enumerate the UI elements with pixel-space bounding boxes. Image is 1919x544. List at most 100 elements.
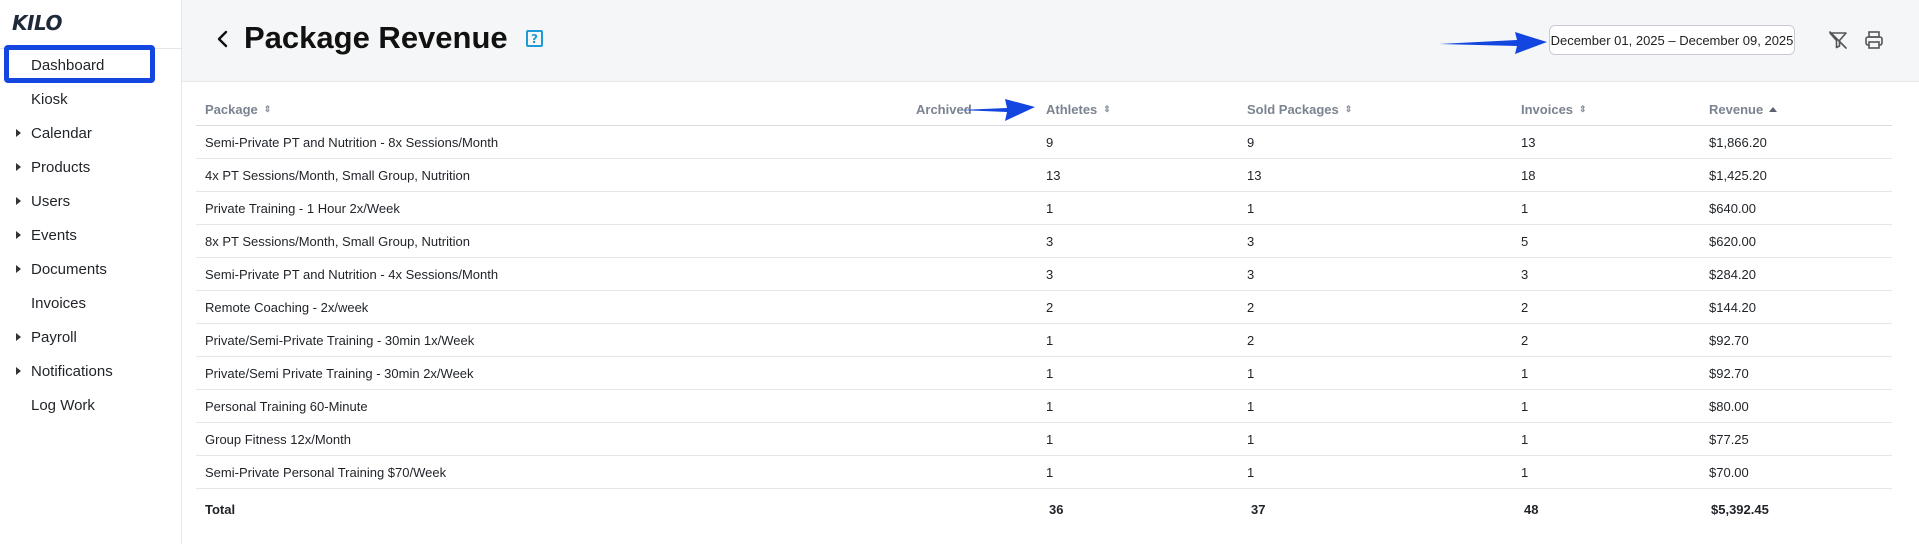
cell-package: Private Training - 1 Hour 2x/Week — [205, 200, 400, 216]
table-row[interactable]: 8x PT Sessions/Month, Small Group, Nutri… — [196, 225, 1892, 258]
cell-revenue: $92.70 — [1709, 365, 1749, 381]
cell-sold: 1 — [1247, 398, 1255, 414]
cell-revenue: $80.00 — [1709, 398, 1749, 414]
sidebar-item-label: Notifications — [31, 362, 113, 380]
cell-invoices: 2 — [1521, 299, 1529, 315]
cell-invoices: 1 — [1521, 431, 1529, 447]
cell-package: Semi-Private PT and Nutrition - 4x Sessi… — [205, 266, 499, 282]
cell-package: 4x PT Sessions/Month, Small Group, Nutri… — [205, 167, 470, 183]
table-row[interactable]: Personal Training 60-Minute 1 1 1 $80.00 — [196, 390, 1892, 423]
table-row[interactable]: Semi-Private PT and Nutrition - 4x Sessi… — [196, 258, 1892, 291]
caret-right-icon — [16, 129, 21, 137]
cell-package: Semi-Private Personal Training $70/Week — [205, 464, 447, 480]
main-content: Package Revenue ? December 01, 2025 – De… — [182, 0, 1919, 544]
table-row[interactable]: Private/Semi Private Training - 30min 2x… — [196, 357, 1892, 390]
cell-package: Remote Coaching - 2x/week — [205, 299, 369, 315]
annotation-arrow-date — [1439, 32, 1547, 54]
sidebar-item-label: Products — [31, 158, 91, 176]
column-header-sold-packages[interactable]: Sold Packages ⇕ — [1247, 93, 1352, 125]
cell-revenue: $70.00 — [1709, 464, 1749, 480]
cell-athletes: 1 — [1046, 431, 1054, 447]
sidebar-item-invoices[interactable]: Invoices — [0, 286, 181, 320]
column-header-label: Sold Packages — [1247, 101, 1339, 117]
cell-invoices: 2 — [1521, 332, 1529, 348]
cell-sold: 1 — [1247, 431, 1255, 447]
sidebar-item-label: Dashboard — [31, 56, 105, 74]
sidebar-item-kiosk[interactable]: Kiosk — [0, 82, 181, 116]
cell-invoices: 13 — [1521, 134, 1536, 150]
annotation-arrow-athletes — [959, 99, 1035, 121]
sort-icon: ⇕ — [263, 103, 272, 114]
package-revenue-table: Package ⇕ Archived Athletes ⇕ Sold Packa… — [196, 93, 1892, 529]
help-icon[interactable]: ? — [526, 30, 543, 47]
total-revenue: $5,392.45 — [1711, 501, 1769, 517]
print-icon[interactable] — [1862, 28, 1886, 52]
cell-package: Group Fitness 12x/Month — [205, 431, 351, 447]
column-header-athletes[interactable]: Athletes ⇕ — [1046, 93, 1111, 125]
table-row[interactable]: Remote Coaching - 2x/week 2 2 2 $144.20 — [196, 291, 1892, 324]
total-label: Total — [205, 501, 236, 517]
sidebar-item-events[interactable]: Events — [0, 218, 181, 252]
cell-revenue: $1,425.20 — [1709, 167, 1767, 183]
sidebar-item-users[interactable]: Users — [0, 184, 181, 218]
cell-athletes: 1 — [1046, 398, 1054, 414]
date-range-picker[interactable]: December 01, 2025 – December 09, 2025 — [1549, 25, 1795, 55]
cell-athletes: 9 — [1046, 134, 1054, 150]
cell-invoices: 1 — [1521, 464, 1529, 480]
sidebar-item-notifications[interactable]: Notifications — [0, 354, 181, 388]
table-row[interactable]: Semi-Private Personal Training $70/Week 1… — [196, 456, 1892, 489]
sidebar-item-payroll[interactable]: Payroll — [0, 320, 181, 354]
chevron-left-icon — [217, 30, 228, 48]
page-title: Package Revenue — [244, 20, 508, 55]
cell-sold: 1 — [1247, 464, 1255, 480]
table-body: Semi-Private PT and Nutrition - 8x Sessi… — [196, 126, 1892, 489]
cell-athletes: 1 — [1046, 365, 1054, 381]
cell-invoices: 18 — [1521, 167, 1536, 183]
column-header-package[interactable]: Package ⇕ — [205, 93, 271, 125]
sidebar-item-label: Invoices — [31, 294, 87, 312]
sidebar-item-dashboard[interactable]: Dashboard — [0, 45, 181, 83]
table-row[interactable]: Private Training - 1 Hour 2x/Week 1 1 1 $640… — [196, 192, 1892, 225]
cell-revenue: $1,866.20 — [1709, 134, 1767, 150]
cell-sold: 2 — [1247, 299, 1255, 315]
cell-sold: 3 — [1247, 266, 1255, 282]
table-row[interactable]: Private/Semi-Private Training - 30min 1x… — [196, 324, 1892, 357]
page-header: Package Revenue ? December 01, 2025 – De… — [182, 0, 1919, 82]
back-button[interactable] — [210, 26, 236, 52]
sort-icon: ⇕ — [1579, 103, 1587, 114]
sidebar-item-label: Documents — [31, 260, 107, 278]
sidebar-item-label: Kiosk — [31, 90, 68, 108]
caret-right-icon — [16, 231, 21, 239]
cell-revenue: $640.00 — [1709, 200, 1756, 216]
sidebar-item-products[interactable]: Products — [0, 150, 181, 184]
cell-invoices: 1 — [1521, 200, 1529, 216]
caret-right-icon — [16, 163, 21, 171]
sidebar-item-label: Log Work — [31, 396, 95, 414]
column-header-invoices[interactable]: Invoices ⇕ — [1521, 93, 1587, 125]
sort-ascending-icon — [1769, 106, 1778, 112]
kilo-logo[interactable]: KILO — [12, 11, 62, 35]
filter-clear-icon[interactable] — [1826, 28, 1850, 52]
cell-athletes: 1 — [1046, 332, 1054, 348]
column-header-label: Athletes — [1046, 101, 1098, 117]
sidebar-item-calendar[interactable]: Calendar — [0, 116, 181, 150]
sidebar-item-log-work[interactable]: Log Work — [0, 388, 181, 422]
total-sold-packages: 37 — [1251, 501, 1266, 517]
cell-sold: 1 — [1247, 200, 1255, 216]
caret-right-icon — [16, 197, 21, 205]
column-header-revenue[interactable]: Revenue — [1709, 93, 1778, 125]
table-row[interactable]: Semi-Private PT and Nutrition - 8x Sessi… — [196, 126, 1892, 159]
total-invoices: 48 — [1524, 501, 1539, 517]
table-row[interactable]: 4x PT Sessions/Month, Small Group, Nutri… — [196, 159, 1892, 192]
table-total-row: Total 36 37 48 $5,392.45 — [196, 489, 1892, 529]
sidebar-item-documents[interactable]: Documents — [0, 252, 181, 286]
cell-package: Private/Semi Private Training - 30min 2x… — [205, 365, 474, 381]
table-header-row: Package ⇕ Archived Athletes ⇕ Sold Packa… — [196, 93, 1892, 126]
caret-right-icon — [16, 367, 21, 375]
sidebar: KILO Dashboard Kiosk Calendar Products Users… — [0, 0, 182, 544]
cell-invoices: 1 — [1521, 365, 1529, 381]
cell-revenue: $144.20 — [1709, 299, 1756, 315]
table-row[interactable]: Group Fitness 12x/Month 1 1 1 $77.25 — [196, 423, 1892, 456]
cell-sold: 2 — [1247, 332, 1255, 348]
caret-right-icon — [16, 265, 21, 273]
